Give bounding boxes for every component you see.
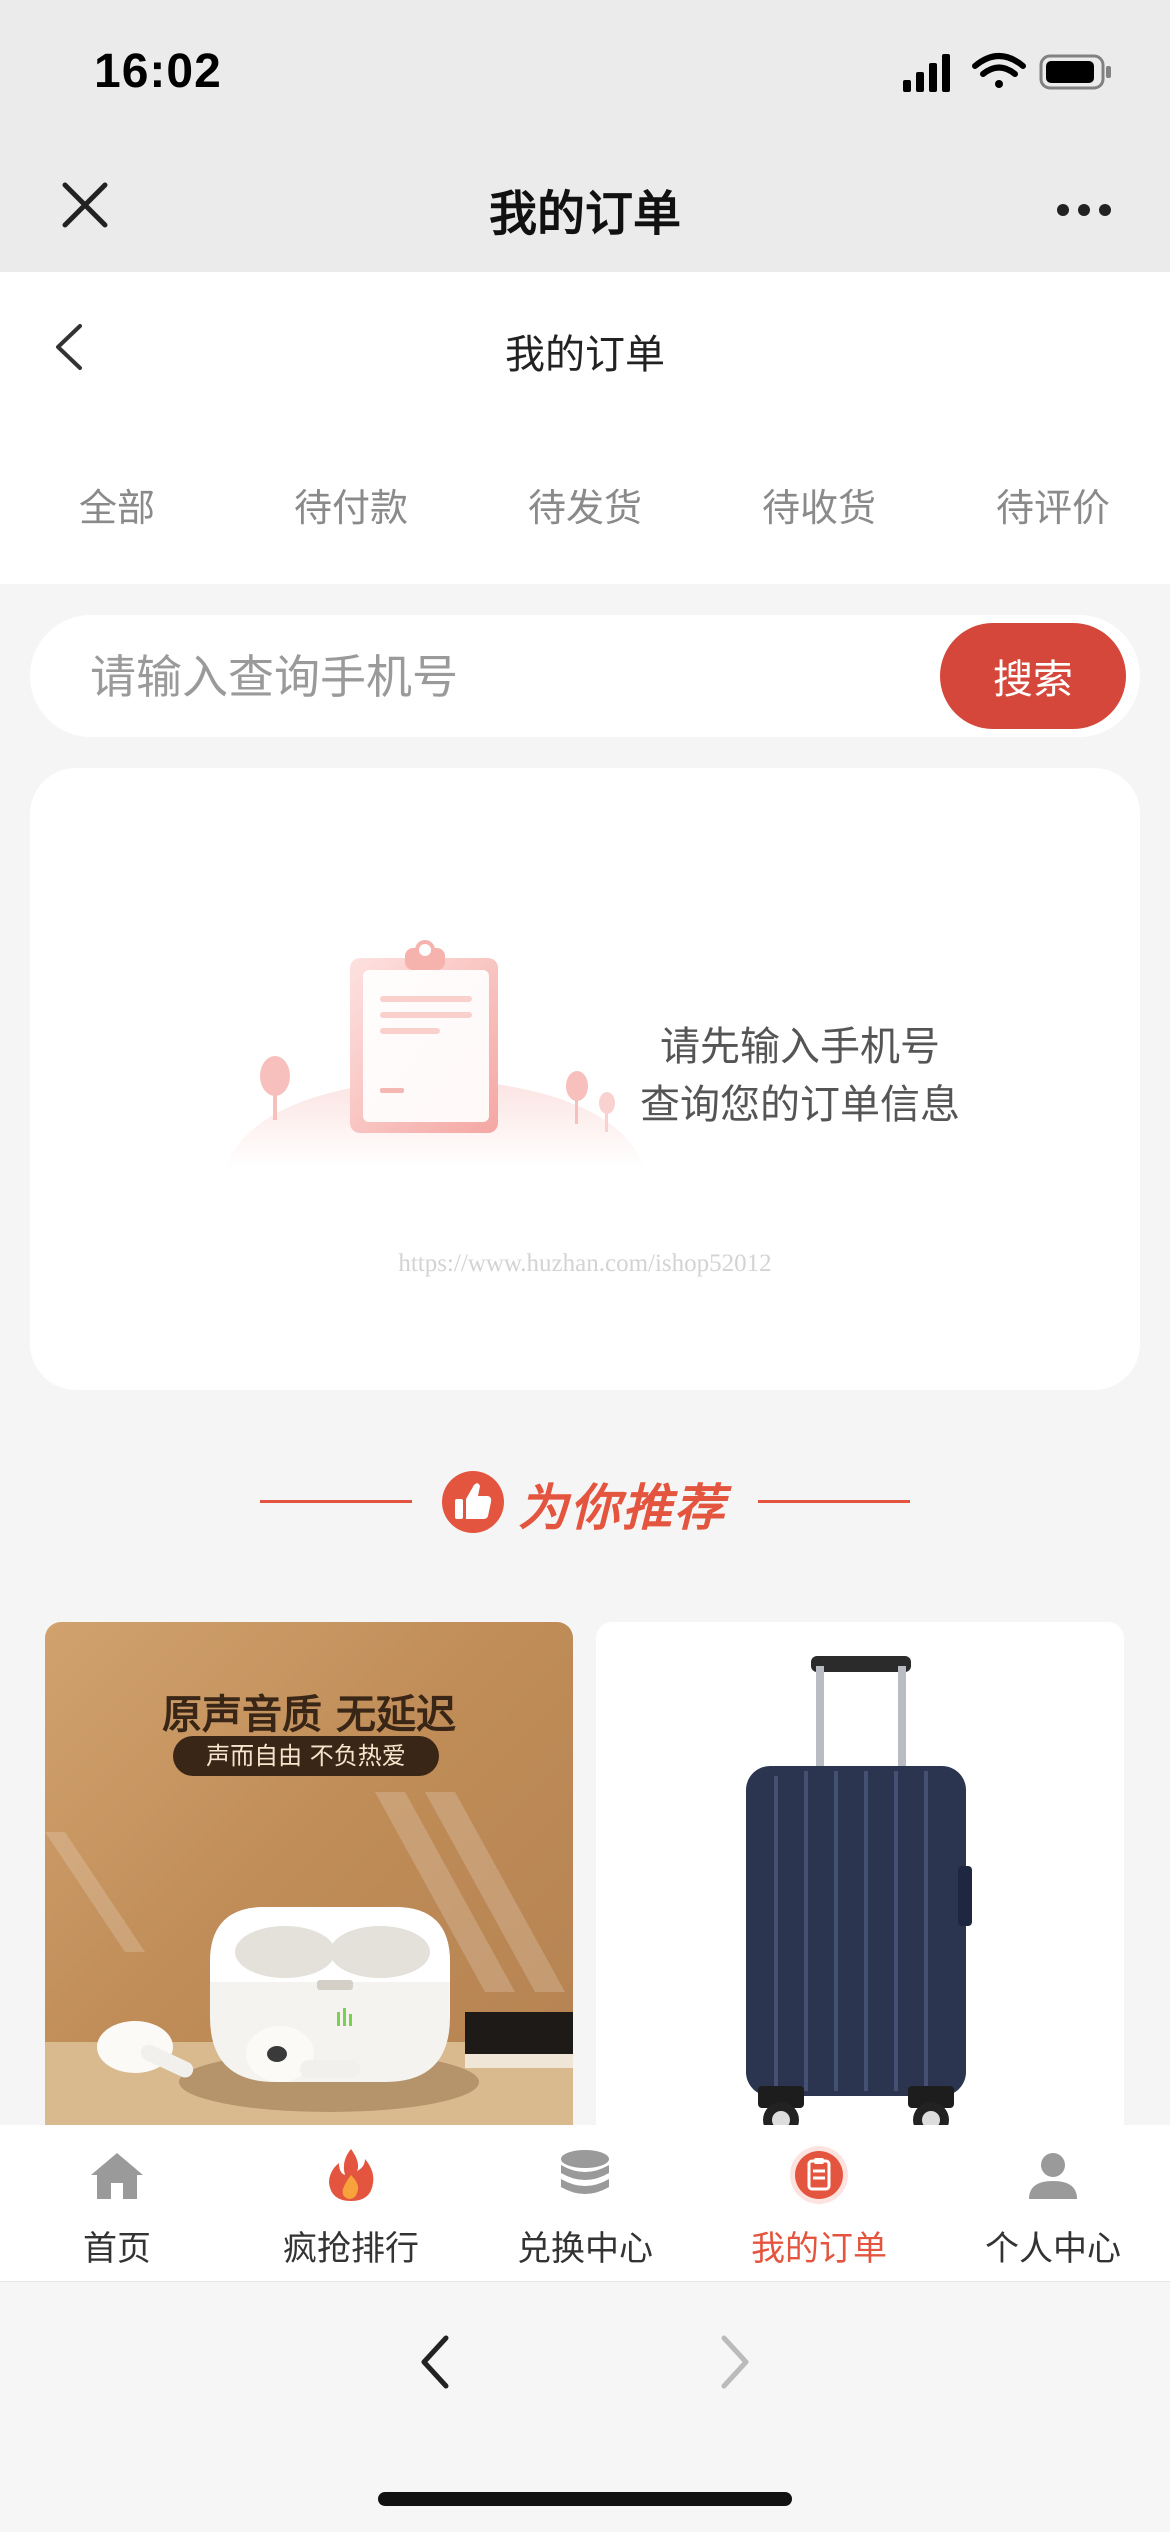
product-card-luggage[interactable] <box>596 1622 1124 2142</box>
product-card-earbuds[interactable]: 原声音质 无延迟 声而自由 不负热爱 <box>45 1622 573 2142</box>
recommend-header: 为你推荐 <box>0 1460 1170 1540</box>
status-bar: 16:02 <box>0 0 1170 150</box>
tab-label: 首页 <box>83 2229 151 2269</box>
watermark-text: https://www.huzhan.com/ishop52012 <box>398 1250 772 1277</box>
order-icon <box>789 2145 849 2205</box>
tab-pending-review[interactable]: 待评价 <box>953 477 1153 532</box>
home-indicator[interactable] <box>378 2492 792 2506</box>
fire-icon <box>321 2145 381 2205</box>
status-icons <box>903 52 1113 92</box>
home-icon <box>87 2145 147 2205</box>
back-arrow-icon[interactable] <box>414 2332 454 2392</box>
coins-icon <box>555 2145 615 2205</box>
tab-label: 兑换中心 <box>517 2229 653 2269</box>
user-icon <box>1023 2145 1083 2205</box>
product-headline: 原声音质 无延迟 <box>162 1692 456 1738</box>
tab-pending-payment[interactable]: 待付款 <box>251 477 451 532</box>
page-title: 我的订单 <box>505 332 665 378</box>
empty-state-line1: 请先输入手机号 <box>660 1024 940 1070</box>
tab-personal-center[interactable]: 个人中心 <box>936 2125 1170 2282</box>
divider-line-left <box>260 1500 412 1503</box>
more-icon[interactable] <box>1056 202 1112 216</box>
forward-arrow-icon[interactable] <box>716 2332 756 2392</box>
tab-exchange-center[interactable]: 兑换中心 <box>468 2125 702 2282</box>
tab-all[interactable]: 全部 <box>17 477 217 532</box>
status-time: 16:02 <box>94 45 222 98</box>
empty-state-message: 请先输入手机号 查询您的订单信息 <box>570 1018 1030 1134</box>
tab-pending-receipt[interactable]: 待收货 <box>719 477 919 532</box>
bottom-tab-bar: 首页 疯抢排行 兑换中心 我的订单 个人中心 <box>0 2125 1170 2282</box>
tab-home[interactable]: 首页 <box>0 2125 234 2282</box>
product-tag: 声而自由 不负热爱 <box>173 1736 439 1776</box>
nav-title: 我的订单 <box>488 186 681 242</box>
phone-search-input[interactable] <box>90 645 890 709</box>
mini-program-nav-bar: 我的订单 <box>0 150 1170 272</box>
battery-icon <box>1039 54 1111 90</box>
recommend-title: 为你推荐 <box>518 1479 726 1537</box>
page-header: 我的订单 全部 待付款 待发货 待收货 待评价 <box>0 272 1170 584</box>
tab-pending-shipment[interactable]: 待发货 <box>485 477 685 532</box>
tab-label: 我的订单 <box>751 2229 887 2269</box>
empty-state-card: 请先输入手机号 查询您的订单信息 https://www.huzhan.com/… <box>30 768 1140 1390</box>
search-button[interactable]: 搜索 <box>940 623 1126 729</box>
tab-my-orders[interactable]: 我的订单 <box>702 2125 936 2282</box>
wifi-icon <box>972 53 1026 88</box>
empty-state-line2: 查询您的订单信息 <box>640 1082 960 1128</box>
signal-icon <box>903 54 950 92</box>
divider-line-right <box>758 1500 910 1503</box>
thumbs-up-icon <box>440 1469 506 1535</box>
search-bar: 搜索 <box>30 615 1140 737</box>
earbuds-image <box>45 1792 573 2142</box>
tab-label: 疯抢排行 <box>283 2229 419 2269</box>
browser-navigation-bar <box>0 2282 1170 2532</box>
luggage-image <box>736 1656 986 2142</box>
tab-hot-ranking[interactable]: 疯抢排行 <box>234 2125 468 2282</box>
order-status-tabs: 全部 待付款 待发货 待收货 待评价 <box>0 477 1170 537</box>
tab-label: 个人中心 <box>985 2229 1121 2269</box>
